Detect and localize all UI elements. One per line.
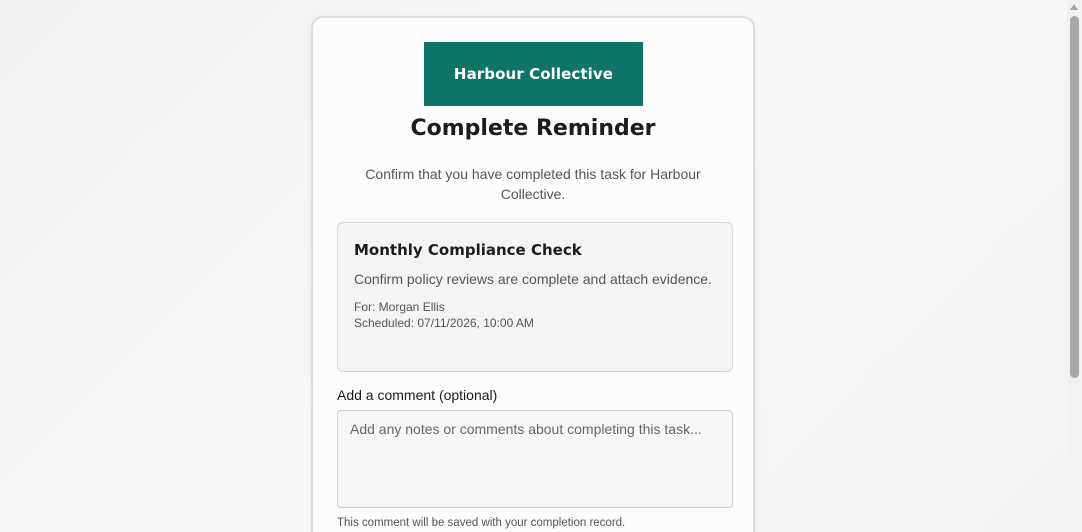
comment-helper-text: This comment will be saved with your com… — [337, 517, 626, 529]
brand-logo-text: Harbour Collective — [453, 65, 614, 83]
task-assignee: For: Morgan Ellis — [354, 300, 445, 314]
vertical-scrollbar[interactable] — [1067, 0, 1082, 532]
arrow-up-icon[interactable] — [1070, 4, 1078, 10]
task-scheduled-time: Scheduled: 07/11/2026, 10:00 AM — [354, 316, 534, 330]
task-title: Monthly Compliance Check — [354, 241, 582, 259]
comment-textarea[interactable] — [337, 410, 733, 508]
comment-label: Add a comment (optional) — [337, 387, 498, 403]
scrollbar-thumb[interactable] — [1070, 16, 1079, 378]
page-title: Complete Reminder — [410, 116, 656, 141]
task-summary-box: Monthly Compliance Check Confirm policy … — [337, 222, 733, 372]
brand-logo: Harbour Collective — [424, 42, 643, 106]
task-description: Confirm policy reviews are complete and … — [354, 271, 712, 287]
complete-reminder-card: Harbour Collective Complete Reminder Con… — [311, 16, 755, 532]
page-subtitle: Confirm that you have completed this tas… — [365, 166, 701, 202]
page-viewport: Harbour Collective Complete Reminder Con… — [0, 0, 1082, 532]
